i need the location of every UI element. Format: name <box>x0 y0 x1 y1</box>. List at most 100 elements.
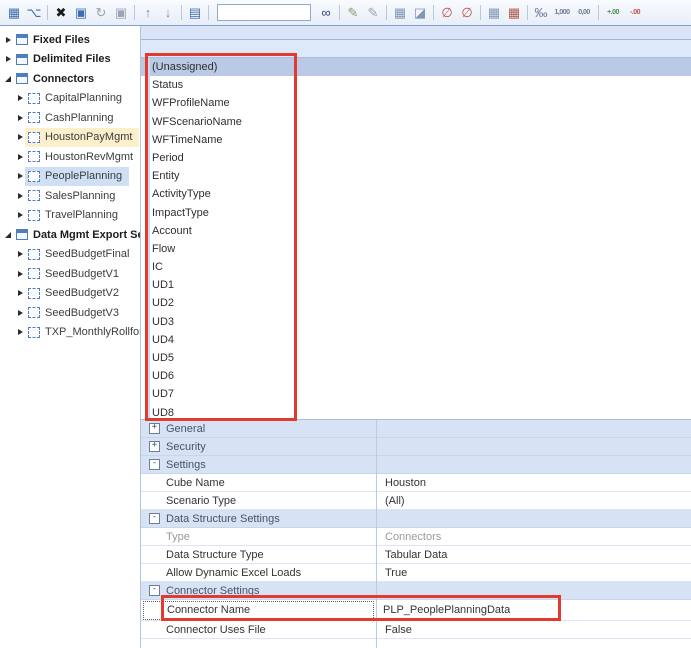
expand-arrow-icon[interactable] <box>15 290 25 296</box>
decimal-separator-icon[interactable]: 0,00 <box>573 3 595 23</box>
property-section-security[interactable]: + Security <box>141 438 691 456</box>
tree-item-seedbudgetv1[interactable]: SeedBudgetV1 <box>0 264 140 284</box>
refresh-icon[interactable]: ↻ <box>91 3 111 23</box>
expand-icon[interactable]: + <box>149 441 160 452</box>
dimension-list-item[interactable]: UD5 <box>141 349 691 367</box>
dimension-list-item[interactable]: Status <box>141 76 691 94</box>
dimension-list-item[interactable]: UD3 <box>141 313 691 331</box>
expand-arrow-icon[interactable] <box>3 37 13 43</box>
collapse-icon[interactable]: - <box>149 585 160 596</box>
increase-decimal-icon[interactable]: +.00 <box>602 3 624 23</box>
property-value[interactable]: (All) <box>376 495 691 507</box>
pencil-gray-icon[interactable]: ✎ <box>363 3 383 23</box>
expand-arrow-icon[interactable] <box>15 95 25 101</box>
collapse-arrow-icon[interactable] <box>3 232 13 238</box>
tree-item-seedbudgetv2[interactable]: SeedBudgetV2 <box>0 284 140 304</box>
move-up-icon[interactable]: ↑ <box>138 3 158 23</box>
eraser-grid-icon[interactable]: ◪ <box>410 3 430 23</box>
dimension-list-item[interactable]: Period <box>141 149 691 167</box>
property-value[interactable]: PLP_PeoplePlanningData <box>374 604 691 616</box>
dimension-list-item[interactable]: UD1 <box>141 276 691 294</box>
property-section-settings[interactable]: - Settings <box>141 456 691 474</box>
clear-number-format-icon-2[interactable]: ∅ <box>457 3 477 23</box>
find-binoculars-icon[interactable]: ∞ <box>316 3 336 23</box>
dimension-list-item[interactable]: ActivityType <box>141 185 691 203</box>
tree-item-houstonpaymgmt[interactable]: HoustonPayMgmt <box>0 127 140 147</box>
save-icon[interactable]: ▣ <box>111 3 131 23</box>
list-scrollbar[interactable] <box>145 58 150 419</box>
tree-item-seedbudgetv3[interactable]: SeedBudgetV3 <box>0 303 140 323</box>
tree-item-fixed-files[interactable]: Fixed Files <box>0 30 140 50</box>
delete-icon[interactable]: ✖ <box>51 3 71 23</box>
tree-item-seedbudgetfinal[interactable]: SeedBudgetFinal <box>0 245 140 265</box>
dimension-list-item[interactable]: UD4 <box>141 331 691 349</box>
edit-icon[interactable]: ▣ <box>71 3 91 23</box>
property-row-connector-uses-file[interactable]: Connector Uses File False <box>141 621 691 639</box>
new-datasource-icon[interactable]: ▦ <box>4 3 24 23</box>
dimension-list-item[interactable]: UD2 <box>141 294 691 312</box>
dimension-list-item[interactable]: Flow <box>141 240 691 258</box>
property-row-cube-name[interactable]: Cube Name Houston <box>141 474 691 492</box>
expand-arrow-icon[interactable] <box>15 173 25 179</box>
dimension-list-item[interactable]: UD8 <box>141 404 691 419</box>
grid-icon[interactable]: ▦ <box>390 3 410 23</box>
tree-item-data-mgmt-export-sequences[interactable]: Data Mgmt Export Seque <box>0 225 140 245</box>
expand-icon[interactable]: + <box>149 423 160 434</box>
dimension-list-item[interactable]: ImpactType <box>141 204 691 222</box>
expand-arrow-icon[interactable] <box>15 310 25 316</box>
expand-arrow-icon[interactable] <box>15 154 25 160</box>
expand-arrow-icon[interactable] <box>15 329 25 335</box>
dimension-list-item[interactable]: (Unassigned) <box>141 58 691 77</box>
property-section-connector-settings[interactable]: - Connector Settings <box>141 582 691 600</box>
expand-arrow-icon[interactable] <box>15 115 25 121</box>
table-red-icon[interactable]: ▦ <box>504 3 524 23</box>
expand-arrow-icon[interactable] <box>15 251 25 257</box>
property-section-data-structure-settings[interactable]: - Data Structure Settings <box>141 510 691 528</box>
dimension-list-item[interactable]: IC <box>141 258 691 276</box>
expand-arrow-icon[interactable] <box>15 271 25 277</box>
document-icon[interactable]: ▤ <box>185 3 205 23</box>
expand-arrow-icon[interactable] <box>15 212 25 218</box>
tree-item-salesplanning[interactable]: SalesPlanning <box>0 186 140 206</box>
dimension-list-item[interactable]: UD6 <box>141 367 691 385</box>
connector-icon[interactable]: ⌥ <box>24 3 44 23</box>
expand-arrow-icon[interactable] <box>15 134 25 140</box>
toolbar-search-input[interactable] <box>217 4 311 21</box>
dimension-list-item[interactable]: Entity <box>141 167 691 185</box>
dimension-list-item[interactable]: WFScenarioName <box>141 113 691 131</box>
collapse-arrow-icon[interactable] <box>3 76 13 82</box>
table-icon[interactable]: ▦ <box>484 3 504 23</box>
collapse-icon[interactable]: - <box>149 459 160 470</box>
dimension-list-item[interactable]: UD7 <box>141 385 691 403</box>
tree-item-houstonrevmgmt[interactable]: HoustonRevMgmt <box>0 147 140 167</box>
property-section-general[interactable]: + General <box>141 420 691 438</box>
property-row-connector-name[interactable]: Connector Name PLP_PeoplePlanningData <box>141 600 691 621</box>
pencil-green-icon[interactable]: ✎ <box>343 3 363 23</box>
tree-item-delimited-files[interactable]: Delimited Files <box>0 50 140 70</box>
dimension-list-item[interactable]: WFProfileName <box>141 94 691 112</box>
thousands-separator-icon[interactable]: 1,000 <box>551 3 573 23</box>
property-row-scenario-type[interactable]: Scenario Type (All) <box>141 492 691 510</box>
decrease-decimal-icon[interactable]: -.00 <box>624 3 646 23</box>
tree-item-cashplanning[interactable]: CashPlanning <box>0 108 140 128</box>
tree-item-peopleplanning[interactable]: PeoplePlanning <box>0 166 140 186</box>
property-value[interactable]: True <box>376 567 691 579</box>
property-value[interactable]: False <box>376 624 691 636</box>
percent-icon[interactable]: ‰ <box>531 3 551 23</box>
property-value[interactable]: Houston <box>376 477 691 489</box>
expand-arrow-icon[interactable] <box>3 56 13 62</box>
tree-item-connectors[interactable]: Connectors <box>0 69 140 89</box>
dimension-list-item[interactable]: WFTimeName <box>141 131 691 149</box>
tree-item-txp-monthlyrollforward[interactable]: TXP_MonthlyRollforwar <box>0 323 140 343</box>
expand-arrow-icon[interactable] <box>15 193 25 199</box>
tree-item-capitalplanning[interactable]: CapitalPlanning <box>0 89 140 109</box>
property-value[interactable]: Tabular Data <box>376 549 691 561</box>
collapse-icon[interactable]: - <box>149 513 160 524</box>
property-row-data-structure-type[interactable]: Data Structure Type Tabular Data <box>141 546 691 564</box>
clear-number-format-icon[interactable]: ∅ <box>437 3 457 23</box>
move-down-icon[interactable]: ↓ <box>158 3 178 23</box>
dimension-list-item[interactable]: Account <box>141 222 691 240</box>
tree-item-travelplanning[interactable]: TravelPlanning <box>0 206 140 226</box>
property-row-allow-dynamic-excel-loads[interactable]: Allow Dynamic Excel Loads True <box>141 564 691 582</box>
property-grid-column-divider[interactable] <box>376 420 377 648</box>
